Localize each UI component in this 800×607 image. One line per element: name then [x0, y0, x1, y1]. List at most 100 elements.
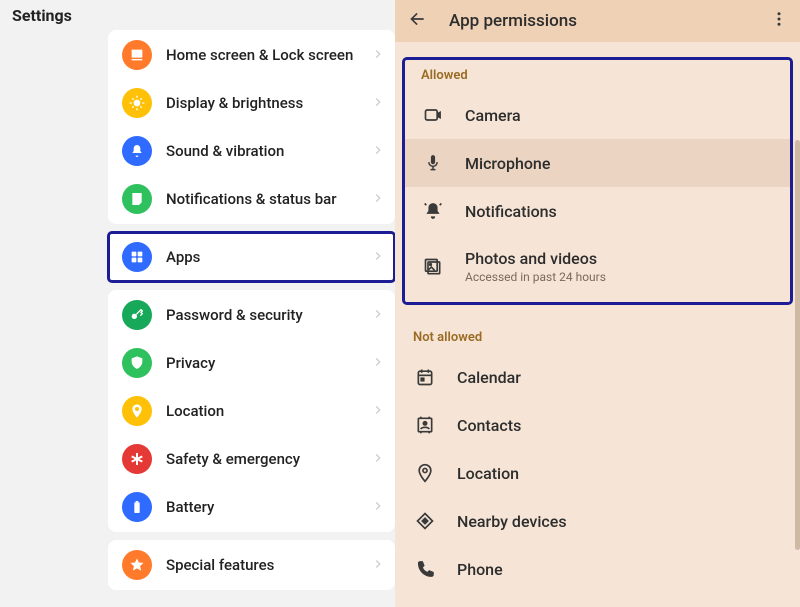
- settings-item-special[interactable]: Special features: [108, 541, 395, 589]
- key-icon: [122, 300, 152, 330]
- chevron-right-icon: [371, 556, 385, 575]
- permission-item-location[interactable]: Location: [395, 449, 800, 497]
- scroll-indicator: [795, 140, 800, 550]
- allowed-header: Allowed: [403, 58, 792, 91]
- permissions-body: Allowed Camera Microphone Notifications Pho…: [395, 42, 800, 607]
- settings-item-notif[interactable]: Notifications & status bar: [108, 175, 395, 223]
- permissions-pane: App permissions Allowed Camera Microphone…: [395, 0, 800, 607]
- permission-item-phone[interactable]: Phone: [395, 545, 800, 593]
- permission-text: Camera: [465, 106, 521, 125]
- settings-item-pwd[interactable]: Password & security: [108, 291, 395, 339]
- chevron-right-icon: [371, 248, 385, 267]
- permission-item-contacts[interactable]: Contacts: [395, 401, 800, 449]
- not-allowed-list: Calendar Contacts Location Nearby devices Ph…: [395, 353, 800, 593]
- permission-label: Nearby devices: [457, 512, 567, 531]
- settings-item-privacy[interactable]: Privacy: [108, 339, 395, 387]
- settings-item-location[interactable]: Location: [108, 387, 395, 435]
- permission-item-camera[interactable]: Camera: [403, 91, 792, 139]
- settings-item-apps[interactable]: Apps: [108, 233, 395, 281]
- allowed-section-highlight: Allowed Camera Microphone Notifications Pho…: [403, 58, 792, 304]
- settings-item-label: Sound & vibration: [166, 142, 371, 160]
- bell-icon: [122, 136, 152, 166]
- settings-item-label: Apps: [166, 248, 371, 266]
- permission-subtext: Accessed in past 24 hours: [465, 270, 606, 284]
- permissions-title: App permissions: [449, 11, 752, 31]
- star-icon: [122, 550, 152, 580]
- permission-label: Calendar: [457, 368, 521, 387]
- battery-icon: [122, 492, 152, 522]
- permissions-header: App permissions: [395, 0, 800, 42]
- photos-icon: [421, 257, 445, 277]
- permission-label: Contacts: [457, 416, 521, 435]
- chevron-right-icon: [371, 498, 385, 517]
- chevron-right-icon: [371, 354, 385, 373]
- settings-title: Settings: [0, 0, 395, 30]
- settings-item-label: Battery: [166, 498, 371, 516]
- permission-label: Camera: [465, 106, 521, 125]
- pin-icon: [122, 396, 152, 426]
- more-button[interactable]: [770, 10, 788, 32]
- settings-card: Special features: [108, 540, 395, 590]
- camera-icon: [421, 105, 445, 125]
- chevron-right-icon: [371, 450, 385, 469]
- permission-label: Location: [457, 464, 519, 483]
- settings-card: Home screen & Lock screen Display & brigh…: [108, 30, 395, 224]
- settings-item-label: Password & security: [166, 306, 371, 324]
- chevron-right-icon: [371, 46, 385, 65]
- settings-item-label: Location: [166, 402, 371, 420]
- settings-item-label: Safety & emergency: [166, 450, 371, 468]
- diamond-icon: [413, 511, 437, 531]
- grid-icon: [122, 242, 152, 272]
- home-icon: [122, 40, 152, 70]
- permission-text: Photos and videos Accessed in past 24 hou…: [465, 249, 606, 284]
- permission-text: Nearby devices: [457, 512, 567, 531]
- pin2-icon: [413, 463, 437, 483]
- contacts-icon: [413, 415, 437, 435]
- permission-text: Contacts: [457, 416, 521, 435]
- permission-text: Notifications: [465, 202, 557, 221]
- permission-item-notifs[interactable]: Notifications: [403, 187, 792, 235]
- settings-item-label: Home screen & Lock screen: [166, 46, 371, 64]
- permission-text: Calendar: [457, 368, 521, 387]
- permission-text: Microphone: [465, 154, 550, 173]
- permission-label: Photos and videos: [465, 249, 606, 268]
- allowed-list: Camera Microphone Notifications Photos and …: [403, 91, 792, 298]
- settings-item-label: Privacy: [166, 354, 371, 372]
- permission-item-microphone[interactable]: Microphone: [403, 139, 792, 187]
- settings-pane: Settings Home screen & Lock screen Displa…: [0, 0, 395, 607]
- settings-item-safety[interactable]: Safety & emergency: [108, 435, 395, 483]
- asterisk-icon: [122, 444, 152, 474]
- shield-icon: [122, 348, 152, 378]
- permission-label: Notifications: [465, 202, 557, 221]
- note-icon: [122, 184, 152, 214]
- settings-item-label: Special features: [166, 556, 371, 574]
- permission-text: Phone: [457, 560, 503, 579]
- permission-text: Location: [457, 464, 519, 483]
- settings-item-label: Display & brightness: [166, 94, 371, 112]
- permission-item-photos[interactable]: Photos and videos Accessed in past 24 hou…: [403, 235, 792, 298]
- permission-label: Phone: [457, 560, 503, 579]
- mic-icon: [421, 153, 445, 173]
- back-button[interactable]: [407, 9, 427, 33]
- settings-list: Home screen & Lock screen Display & brigh…: [108, 30, 395, 590]
- sun-icon: [122, 88, 152, 118]
- permission-item-nearby[interactable]: Nearby devices: [395, 497, 800, 545]
- settings-card: Apps: [108, 232, 395, 282]
- settings-card: Password & security Privacy Location Safety…: [108, 290, 395, 532]
- not-allowed-header: Not allowed: [395, 320, 800, 353]
- settings-item-battery[interactable]: Battery: [108, 483, 395, 531]
- settings-item-sound[interactable]: Sound & vibration: [108, 127, 395, 175]
- settings-item-display[interactable]: Display & brightness: [108, 79, 395, 127]
- bell2-icon: [421, 201, 445, 221]
- phone-icon: [413, 559, 437, 579]
- permission-label: Microphone: [465, 154, 550, 173]
- chevron-right-icon: [371, 190, 385, 209]
- permission-item-calendar[interactable]: Calendar: [395, 353, 800, 401]
- chevron-right-icon: [371, 402, 385, 421]
- chevron-right-icon: [371, 142, 385, 161]
- settings-item-label: Notifications & status bar: [166, 190, 371, 208]
- chevron-right-icon: [371, 94, 385, 113]
- chevron-right-icon: [371, 306, 385, 325]
- calendar-icon: [413, 367, 437, 387]
- settings-item-home[interactable]: Home screen & Lock screen: [108, 31, 395, 79]
